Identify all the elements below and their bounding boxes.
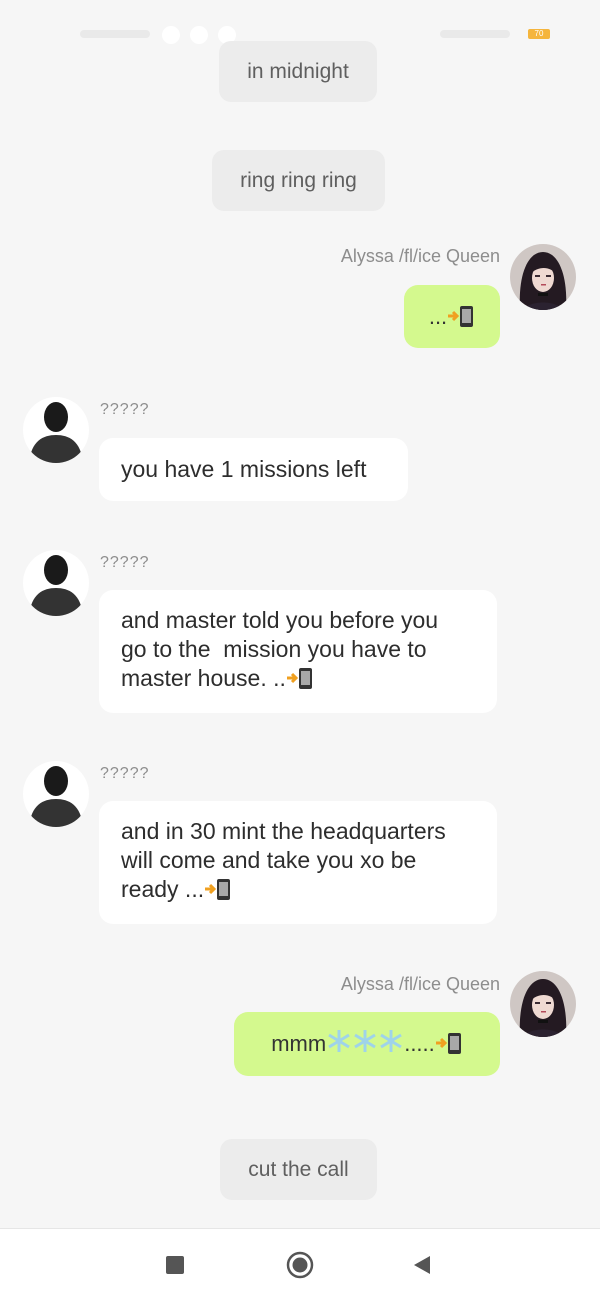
system-message: cut the call: [220, 1139, 377, 1200]
recents-square-icon[interactable]: [166, 1256, 184, 1274]
message-bubble[interactable]: and in 30 mint the headquarters will com…: [99, 801, 497, 924]
user-avatar[interactable]: [510, 971, 576, 1037]
contact-avatar[interactable]: [23, 550, 89, 616]
notification-dot-icon: [162, 26, 180, 44]
message-line: go to the mission you have to: [121, 636, 427, 662]
notification-dot-icon: [190, 26, 208, 44]
silhouette-avatar-icon: [23, 550, 89, 616]
phone-arrow-icon: [204, 877, 232, 908]
message-text: .....: [404, 1031, 435, 1056]
status-bar-faded-content: [440, 30, 510, 38]
message-line: will come and take you xo be: [121, 847, 417, 873]
phone-arrow-icon: [435, 1016, 463, 1080]
message-bubble[interactable]: mmm.....: [234, 1012, 500, 1076]
message-text: ...: [428, 304, 448, 329]
battery-icon: 70: [528, 29, 550, 39]
system-message: ring ring ring: [212, 150, 385, 211]
sender-name: Alyssa /fl/ice Queen: [340, 246, 500, 266]
navigation-bar: [0, 1228, 600, 1301]
chat-screen: 70 in midnight ring ring ring Alyssa /fl…: [0, 0, 600, 1301]
message-text: you have 1 missions left: [121, 456, 367, 482]
status-bar-faded-content: [80, 30, 150, 38]
girl-avatar-icon: [510, 971, 576, 1037]
contact-avatar[interactable]: [23, 397, 89, 463]
phone-arrow-icon: [286, 666, 314, 697]
message-line: and in 30 mint the headquarters: [121, 818, 446, 844]
user-avatar[interactable]: [510, 244, 576, 310]
snowflake-icon: [326, 1015, 352, 1079]
sender-name: ?????: [100, 401, 150, 418]
silhouette-avatar-icon: [23, 397, 89, 463]
message-line: ready ...: [121, 876, 205, 902]
snowflake-icon: [352, 1015, 378, 1079]
silhouette-avatar-icon: [23, 761, 89, 827]
contact-avatar[interactable]: [23, 761, 89, 827]
phone-arrow-icon: [447, 289, 475, 352]
message-line: and master told you before you: [121, 607, 439, 633]
snowflake-icon: [378, 1015, 404, 1079]
sender-name: ?????: [100, 765, 150, 782]
message-line: master house. ..: [121, 665, 286, 691]
message-bubble[interactable]: and master told you before you go to the…: [99, 590, 497, 713]
sender-name: ?????: [100, 554, 150, 571]
message-bubble[interactable]: ...: [404, 285, 500, 348]
home-circle-icon[interactable]: [286, 1251, 314, 1279]
system-message: in midnight: [219, 41, 377, 102]
back-triangle-icon[interactable]: [412, 1255, 432, 1275]
message-bubble[interactable]: you have 1 missions left: [99, 438, 408, 501]
girl-avatar-icon: [510, 244, 576, 310]
message-text: mmm: [271, 1031, 327, 1056]
sender-name: Alyssa /fl/ice Queen: [340, 974, 500, 994]
status-bar: 70: [0, 0, 600, 44]
